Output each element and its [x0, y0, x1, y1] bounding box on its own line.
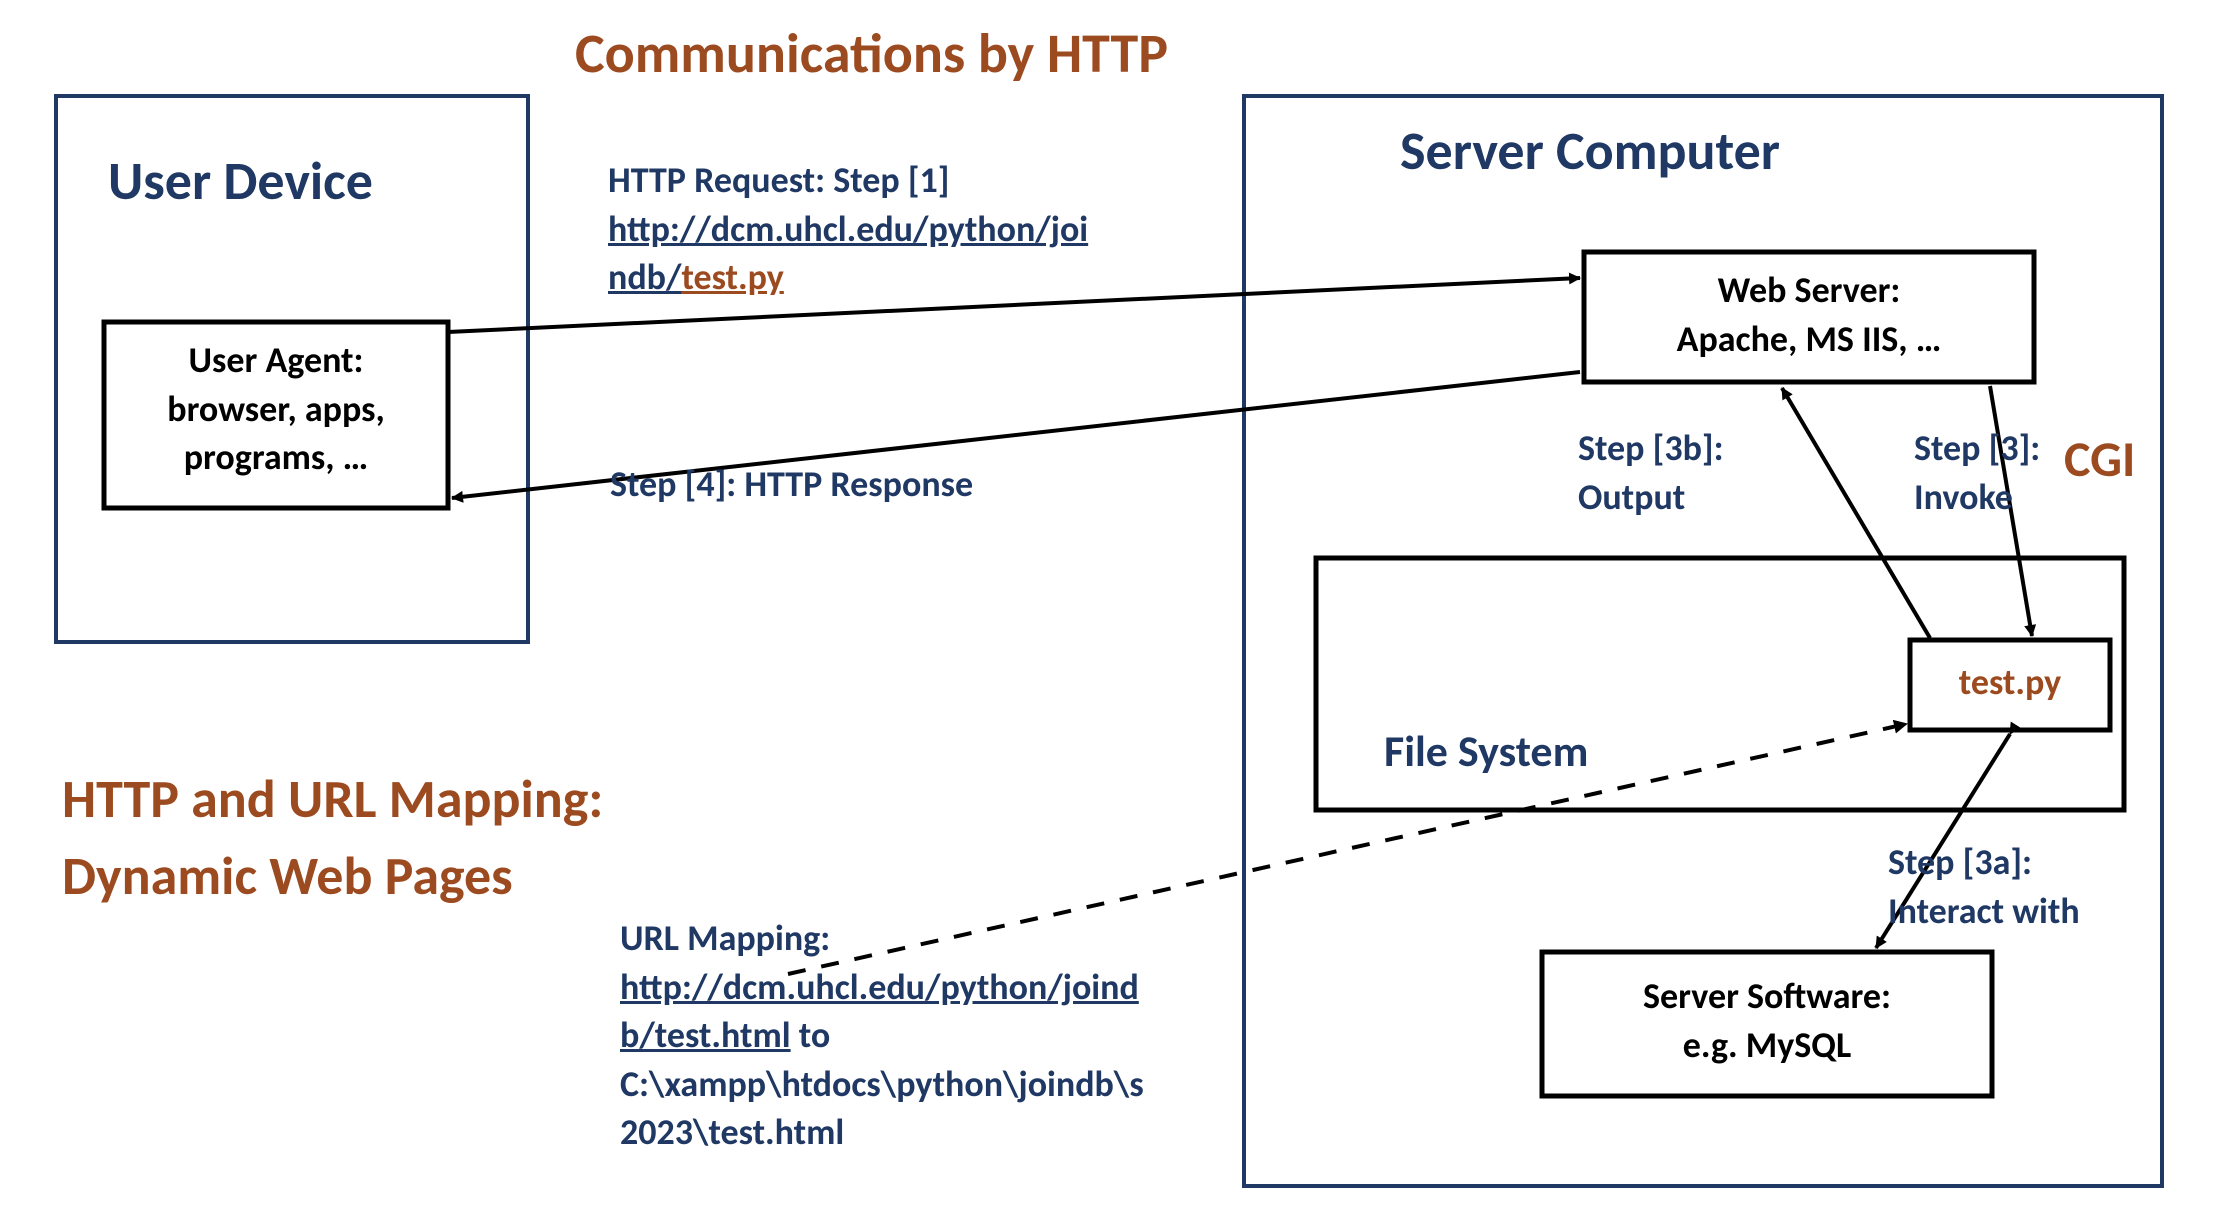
urlmap-head: URL Mapping: — [620, 914, 1210, 963]
urlmap-url-a: http://dcm.uhcl.edu/python/joind — [620, 965, 1139, 1009]
urlmap-path-a: C:\xampp\htdocs\python\joindb\s — [620, 1060, 1210, 1109]
http-url-mapping-line2: Dynamic Web Pages — [62, 847, 603, 906]
title-server-computer: Server Computer — [1400, 118, 1780, 184]
web-server-line2: Apache, MS IIS, … — [1584, 315, 2034, 364]
step3b-l2: Output — [1578, 473, 1758, 522]
step3-l2: Invoke — [1914, 473, 2074, 522]
label-file-system: File System — [1384, 724, 1588, 778]
user-agent-line1: User Agent: — [104, 336, 448, 385]
step1-url-file: test.py — [681, 255, 783, 299]
http-url-mapping-line1: HTTP and URL Mapping: — [62, 770, 603, 829]
step1-head: HTTP Request: Step [1] — [608, 156, 1168, 205]
step1-url-b: ndb/ — [608, 255, 681, 299]
web-server-line1: Web Server: — [1584, 266, 2034, 315]
urlmap-to: to — [791, 1013, 831, 1057]
title-user-device: User Device — [108, 148, 373, 214]
label-testpy: test.py — [1910, 660, 2110, 704]
urlmap-url-b: b/test.html — [620, 1013, 791, 1057]
server-software-line1: Server Software: — [1542, 972, 1992, 1021]
step4-label: Step [4]: HTTP Response — [610, 460, 973, 509]
step3-l1: Step [3]: — [1914, 424, 2074, 473]
server-software-line2: e.g. MySQL — [1542, 1021, 1992, 1070]
step3a-l1: Step [3a]: — [1888, 838, 2148, 887]
step3a-l2: Interact with — [1888, 887, 2148, 936]
user-agent-line3: programs, … — [104, 433, 448, 482]
step3b-l1: Step [3b]: — [1578, 424, 1758, 473]
user-agent-line2: browser, apps, — [104, 385, 448, 434]
urlmap-path-b: 2023\test.html — [620, 1108, 1210, 1157]
step1-url-a: http://dcm.uhcl.edu/python/joi — [608, 207, 1088, 251]
title-communications: Communications by HTTP — [575, 24, 1168, 86]
label-cgi: CGI — [2064, 432, 2135, 487]
